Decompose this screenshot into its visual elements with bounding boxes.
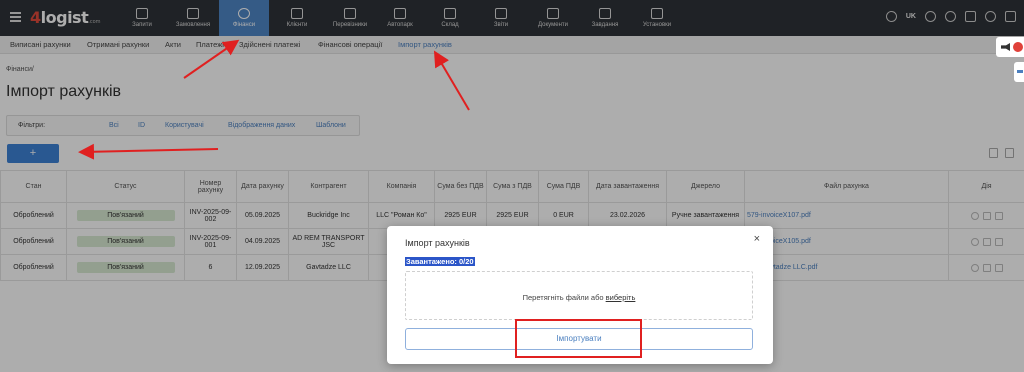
arrow-to-finance — [183, 39, 240, 79]
file-dropzone[interactable]: Перетягніть файли або виберіть — [405, 271, 753, 320]
upload-counter: Завантажено: 0/20 — [405, 257, 475, 266]
arrow-to-invoice-import — [433, 50, 470, 111]
arrow-to-add-button — [78, 143, 219, 160]
choose-files-link[interactable]: виберіть — [606, 293, 636, 302]
modal-title: Імпорт рахунків — [405, 238, 470, 248]
close-icon[interactable]: × — [754, 233, 760, 245]
dropzone-text: Перетягніть файли або — [522, 293, 606, 302]
annotation-highlight-box — [515, 319, 642, 358]
